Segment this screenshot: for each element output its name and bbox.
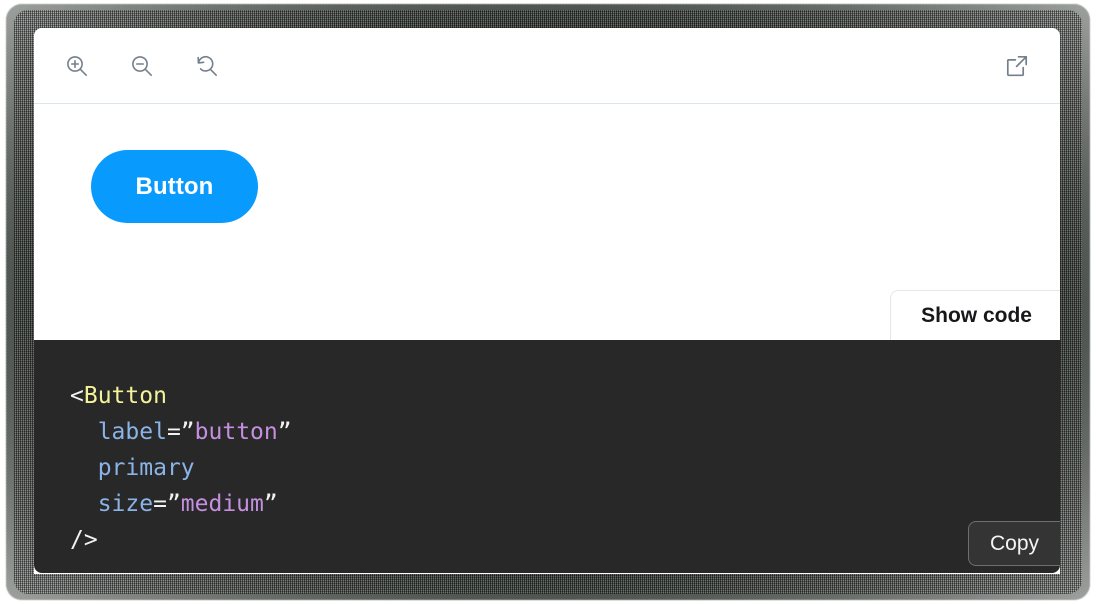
code-token-punct: ” — [277, 419, 292, 445]
code-token-punct: =” — [166, 419, 195, 445]
source-code-block[interactable]: <Button label=”button” primary size=”med… — [70, 378, 292, 558]
copy-code-button[interactable]: Copy — [967, 521, 1060, 566]
open-external-button[interactable] — [1000, 49, 1034, 83]
preview-component-button[interactable]: Button — [91, 150, 258, 223]
code-token-attr: size — [97, 491, 154, 517]
zoom-reset-button[interactable] — [190, 49, 224, 83]
storybook-canvas-card: Button Show code <Button label=”button” … — [34, 28, 1060, 574]
code-token-punct: ” — [263, 491, 278, 517]
code-token-string: button — [194, 419, 278, 445]
code-token-punct: =” — [153, 491, 181, 517]
code-token-punct: /> — [70, 527, 98, 553]
show-code-button[interactable]: Show code — [890, 290, 1060, 340]
code-token-string: medium — [180, 491, 264, 517]
zoom-out-button[interactable] — [125, 49, 159, 83]
zoom-out-icon — [129, 53, 155, 79]
zoom-in-icon — [64, 53, 90, 79]
source-code-text: <Button label=”button” primary size=”med… — [70, 383, 292, 553]
component-preview-area: Button Show code — [34, 104, 1060, 340]
toolbar-right-group — [1000, 28, 1034, 104]
toolbar-left-group — [60, 28, 224, 104]
code-token-tag: Button — [83, 383, 167, 409]
zoom-in-button[interactable] — [60, 49, 94, 83]
zoom-reset-icon — [194, 53, 220, 79]
code-token-punct: < — [70, 383, 84, 409]
code-panel: <Button label=”button” primary size=”med… — [34, 340, 1060, 573]
open-external-icon — [1003, 52, 1031, 80]
code-token-attr: primary — [97, 455, 195, 481]
canvas-toolbar — [34, 28, 1060, 104]
screenshot-stage: Button Show code <Button label=”button” … — [0, 0, 1096, 604]
code-token-attr: label — [97, 419, 167, 445]
